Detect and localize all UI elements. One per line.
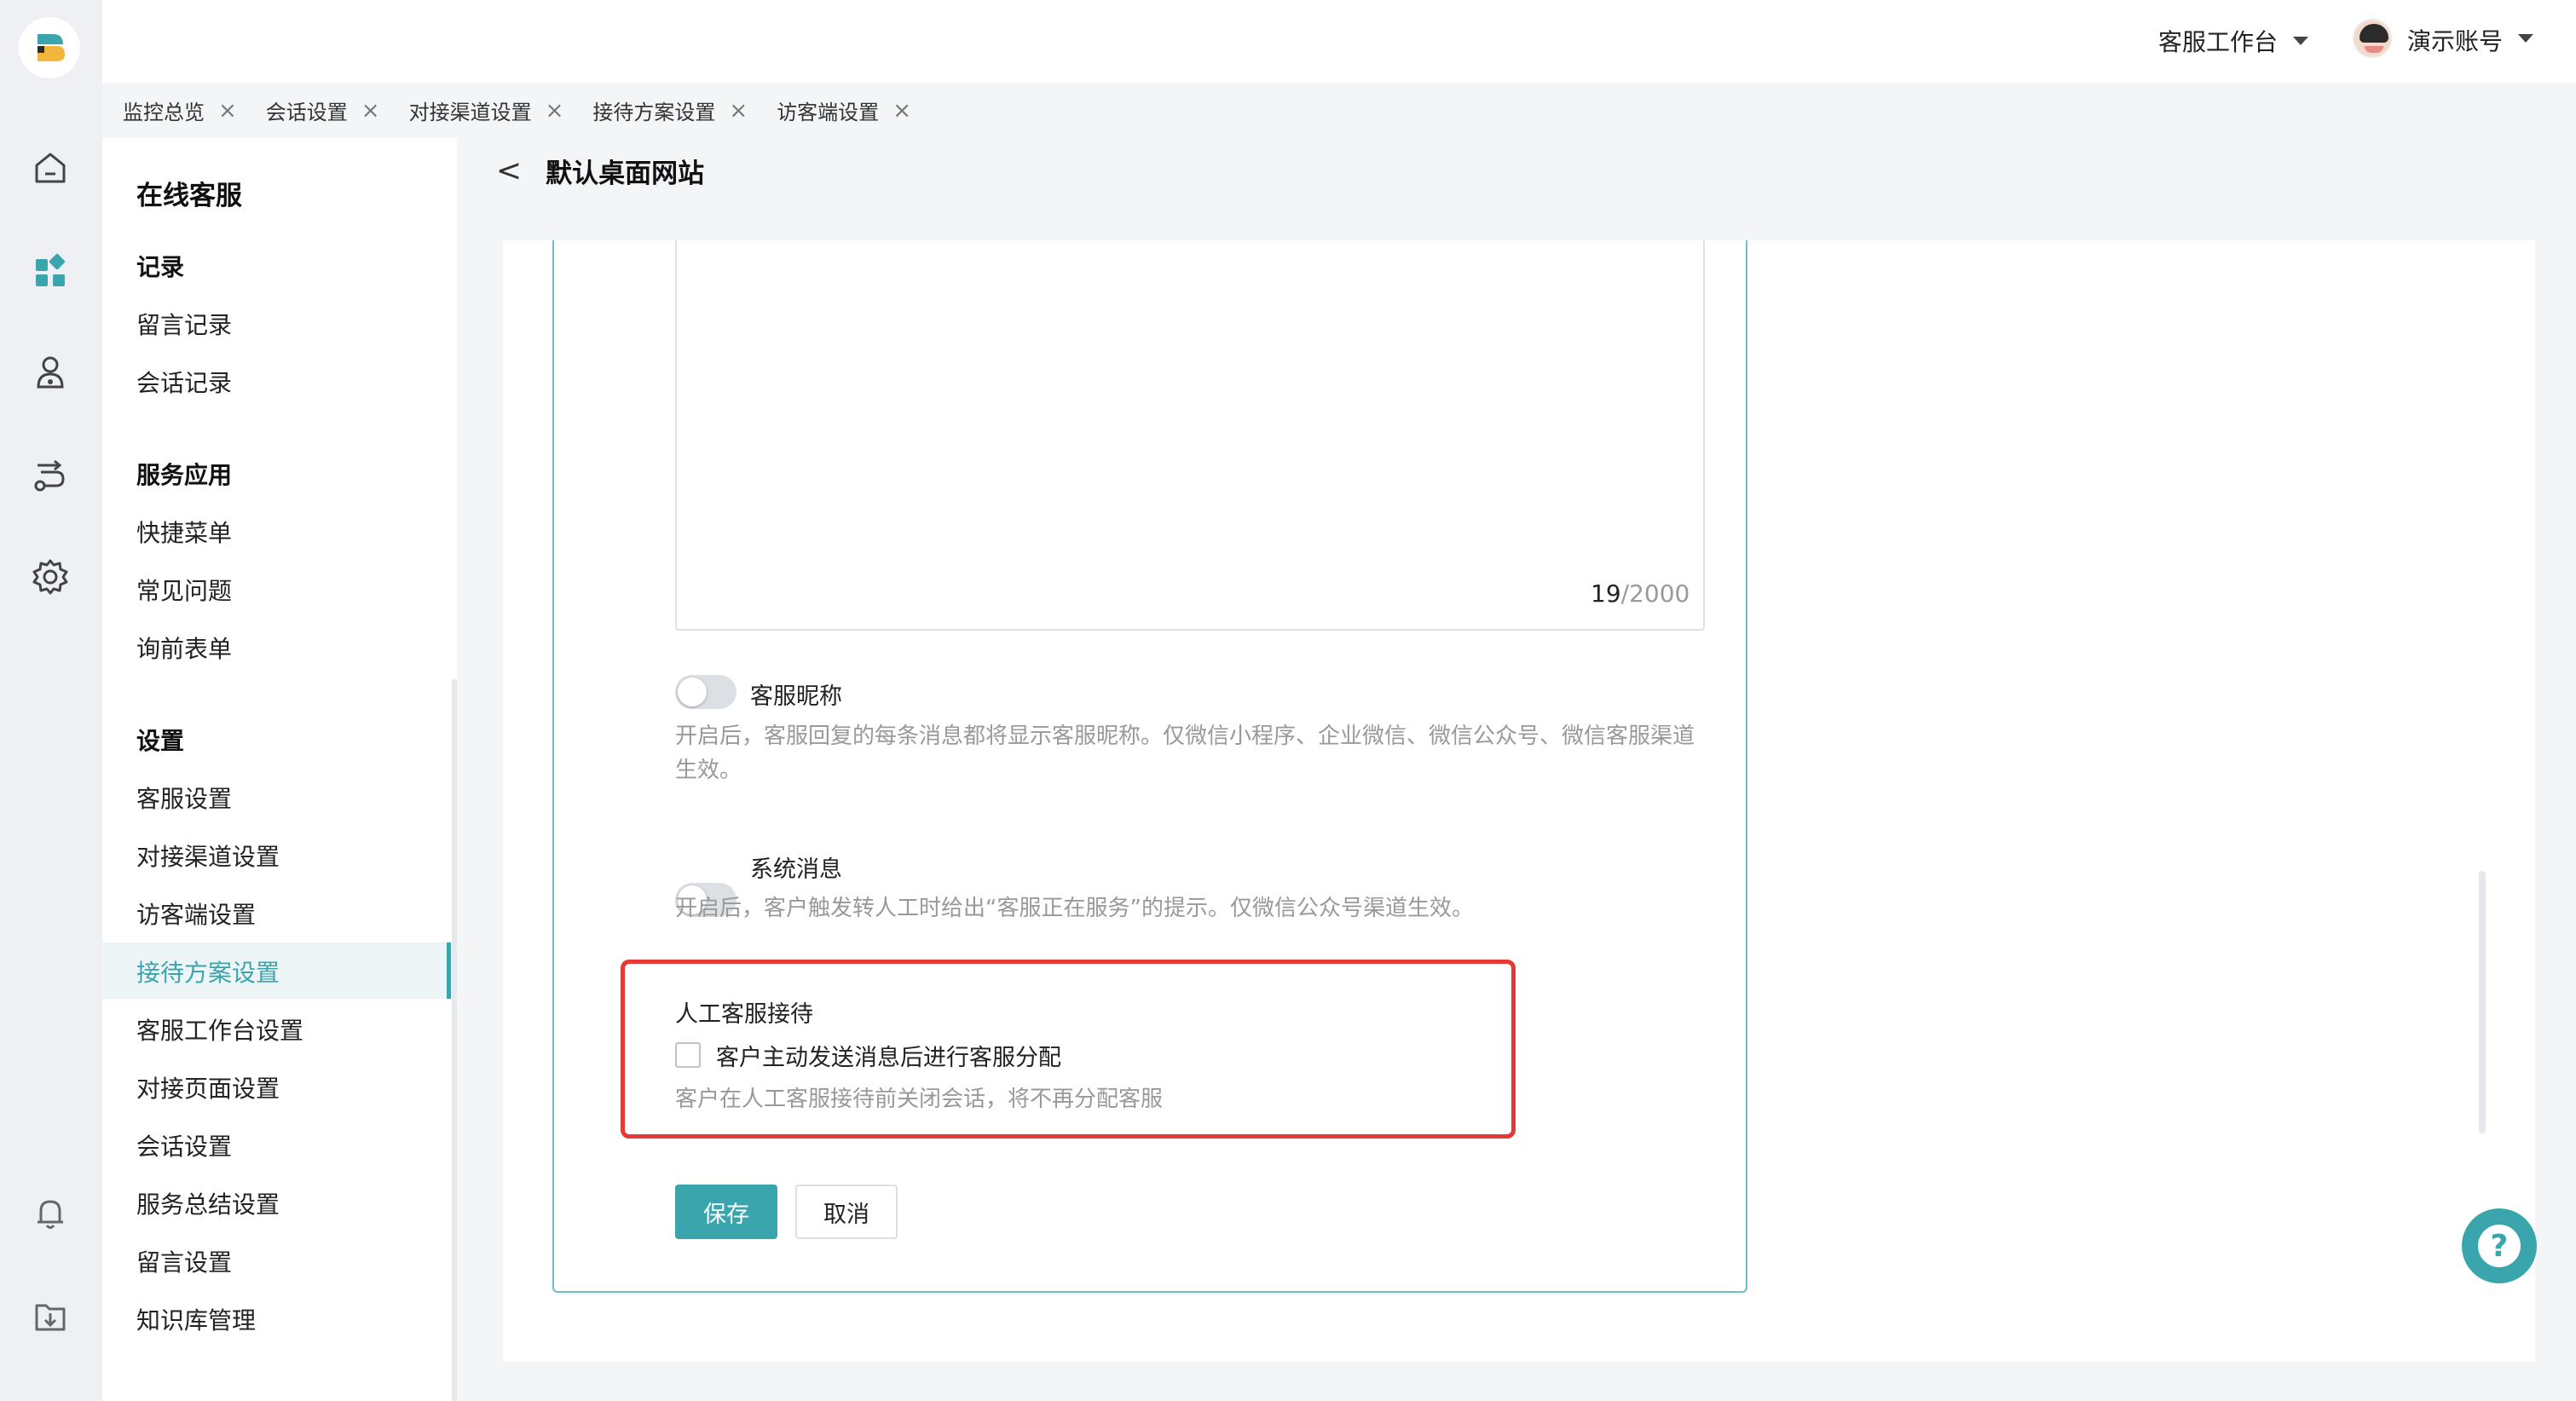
tab-label: 接待方案设置 xyxy=(592,101,716,124)
user-icon[interactable] xyxy=(29,351,72,394)
char-counter: 19/2000 xyxy=(1591,579,1689,608)
sidebar-item-summary-settings[interactable]: 服务总结设置 xyxy=(136,1186,280,1220)
main-scrollbar[interactable] xyxy=(2479,871,2486,1133)
back-icon[interactable]: < xyxy=(496,153,522,188)
cancel-button[interactable]: 取消 xyxy=(795,1185,898,1239)
sidebar-heading-service-apps: 服务应用 xyxy=(136,461,233,489)
close-icon[interactable]: × xyxy=(361,98,380,124)
help-icon: ? xyxy=(2478,1225,2521,1267)
assign-after-message-label[interactable]: 客户主动发送消息后进行客服分配 xyxy=(716,1039,1061,1072)
sidebar-item-faq[interactable]: 常见问题 xyxy=(136,573,232,607)
sidebar-item-reception-plan-settings[interactable]: 接待方案设置 xyxy=(136,954,280,989)
close-icon[interactable]: × xyxy=(729,98,748,124)
page-header: < 默认桌面网站 xyxy=(496,152,704,190)
sidebar-title: 在线客服 xyxy=(136,181,242,211)
close-icon[interactable]: × xyxy=(546,98,564,124)
manual-reception-heading: 人工客服接待 xyxy=(675,1001,813,1028)
char-max: /2000 xyxy=(1620,579,1690,608)
page-tabs: 监控总览 × 会话设置 × 对接渠道设置 × 接待方案设置 × 访客端设置 × xyxy=(102,83,2576,138)
sidebar-item-page-settings[interactable]: 对接页面设置 xyxy=(136,1070,280,1104)
sidebar-heading-settings: 设置 xyxy=(136,727,185,755)
page-title: 默认桌面网站 xyxy=(546,159,705,189)
home-icon[interactable] xyxy=(29,147,72,189)
caret-down-icon xyxy=(2518,34,2534,43)
sidebar-item-workbench-settings[interactable]: 客服工作台设置 xyxy=(136,1012,303,1046)
app-logo[interactable] xyxy=(19,17,80,78)
tab-session-settings[interactable]: 会话设置 × xyxy=(266,95,380,125)
sidebar-item-session-records[interactable]: 会话记录 xyxy=(136,365,232,399)
top-bar: 客服工作台 演示账号 xyxy=(102,0,2576,83)
download-icon[interactable] xyxy=(29,1295,72,1338)
sidebar-item-quick-menu[interactable]: 快捷菜单 xyxy=(136,515,232,549)
route-icon[interactable] xyxy=(29,453,72,496)
tab-label: 对接渠道设置 xyxy=(408,101,532,124)
tab-monitor-overview[interactable]: 监控总览 × xyxy=(123,95,237,125)
tab-visitor-settings[interactable]: 访客端设置 × xyxy=(777,95,911,125)
char-count: 19 xyxy=(1591,579,1621,608)
workspace-menu[interactable]: 客服工作台 xyxy=(2158,24,2309,58)
agent-nickname-desc: 开启后，客服回复的每条消息都将显示客服昵称。仅微信小程序、企业微信、微信公众号、… xyxy=(675,724,1695,783)
tab-reception-plan-settings[interactable]: 接待方案设置 × xyxy=(592,95,748,125)
sidebar: 在线客服 记录 留言记录 会话记录 服务应用 快捷菜单 常见问题 询前表单 设置… xyxy=(102,138,457,1401)
workspace-menu-label: 客服工作台 xyxy=(2158,28,2279,56)
sidebar-item-visitor-settings[interactable]: 访客端设置 xyxy=(136,897,256,931)
close-icon[interactable]: × xyxy=(892,98,911,124)
manual-reception-desc: 客户在人工客服接待前关闭会话，将不再分配客服 xyxy=(675,1087,1164,1112)
sidebar-item-pre-chat-form[interactable]: 询前表单 xyxy=(136,631,232,665)
sidebar-item-agent-settings[interactable]: 客服设置 xyxy=(136,781,232,815)
sidebar-item-message-records[interactable]: 留言记录 xyxy=(136,307,232,341)
sidebar-item-message-settings[interactable]: 留言设置 xyxy=(136,1244,232,1278)
apps-icon[interactable] xyxy=(29,249,72,291)
icon-rail xyxy=(0,0,102,1401)
account-menu-label: 演示账号 xyxy=(2407,27,2504,55)
account-menu[interactable]: 演示账号 xyxy=(2353,19,2534,58)
tab-label: 会话设置 xyxy=(265,101,348,124)
save-button[interactable]: 保存 xyxy=(675,1185,777,1239)
agent-nickname-toggle[interactable] xyxy=(675,675,736,709)
bell-icon[interactable] xyxy=(29,1191,72,1234)
caret-down-icon xyxy=(2293,37,2309,45)
tab-label: 访客端设置 xyxy=(777,101,880,124)
sidebar-item-knowledge-base[interactable]: 知识库管理 xyxy=(136,1302,256,1336)
help-button[interactable]: ? xyxy=(2462,1208,2537,1283)
message-textarea[interactable] xyxy=(675,240,1705,631)
close-icon[interactable]: × xyxy=(218,98,237,124)
sidebar-item-session-settings[interactable]: 会话设置 xyxy=(136,1128,232,1162)
settings-icon[interactable] xyxy=(29,556,72,598)
system-message-desc: 开启后，客户触发转人工时给出“客服正在服务”的提示。仅微信公众号渠道生效。 xyxy=(675,896,1474,921)
agent-nickname-label: 客服昵称 xyxy=(750,683,842,710)
tab-channel-settings[interactable]: 对接渠道设置 × xyxy=(409,95,564,125)
assign-after-message-checkbox[interactable] xyxy=(675,1042,701,1068)
sidebar-heading-records: 记录 xyxy=(136,253,185,281)
system-message-label: 系统消息 xyxy=(750,856,842,883)
tab-label: 监控总览 xyxy=(123,101,205,124)
avatar xyxy=(2353,19,2392,58)
sidebar-active-indicator xyxy=(447,943,451,999)
sidebar-item-channel-settings[interactable]: 对接渠道设置 xyxy=(136,839,280,873)
